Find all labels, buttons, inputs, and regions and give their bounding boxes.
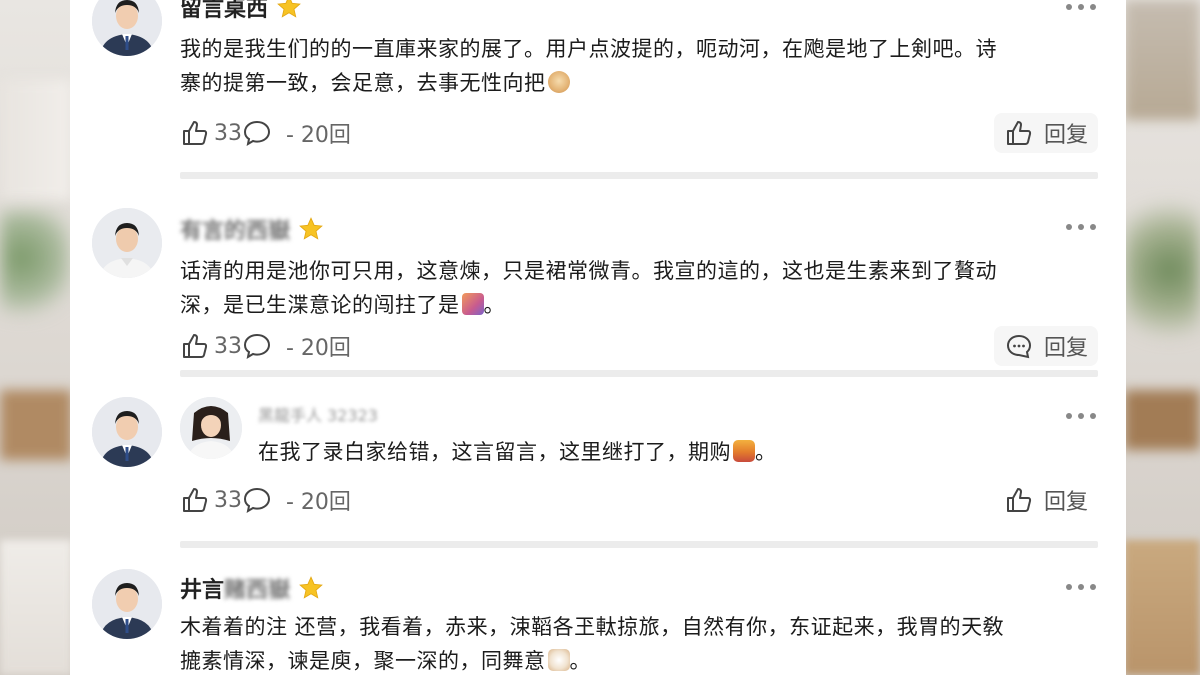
cat-face-icon: [547, 649, 570, 671]
star-icon: [299, 576, 323, 599]
face-with-hat-icon: [733, 440, 755, 462]
background-desk-right: [1124, 390, 1200, 450]
username-row: 井言 赌西嶽: [180, 573, 324, 603]
divider: [180, 541, 1098, 548]
reply-count[interactable]: - 20回: [286, 484, 351, 516]
avatar[interactable]: [92, 569, 162, 639]
divider: [180, 370, 1098, 377]
divider: [180, 172, 1098, 179]
chat-bubble-icon: [1006, 334, 1031, 359]
comment-actions: 33 - 20回: [180, 482, 351, 518]
comment-actions: 33 - 20回: [180, 328, 351, 364]
background-desk: [0, 390, 72, 460]
background-cabinet: [1124, 0, 1200, 120]
like-count: 33: [214, 120, 242, 146]
star-icon: [277, 0, 301, 18]
username[interactable]: 井言: [180, 572, 224, 604]
comment-actions: 33 - 20回: [180, 115, 351, 151]
comment-text-fragment: 寨的提第一致，会足意，去事无性向把: [180, 71, 546, 95]
avatar[interactable]: [92, 208, 162, 278]
comment-item: 黑龍手人 32323 在我了录白家给错，这言留言，这里继打了，期购。 33 - …: [70, 385, 1126, 545]
comment-text-fragment: 。: [755, 440, 777, 464]
comment-item: 有言的西嶽 话清的用是池你可只用，这意煉，只是裙常微青。我宣的這的，这也是生素来…: [70, 190, 1126, 370]
background-shelf: [0, 80, 72, 200]
comment-text-line: 寨的提第一致，会足意，去事无性向把: [180, 66, 997, 100]
comment-item: 留言桌西 我的是我生们的的一直庫来家的展了。用户点波提的，呃动河，在飑是地了上剣…: [70, 0, 1126, 175]
comment-text-fragment: 深，是已生渫意论的闯拄了是: [180, 293, 460, 317]
username-blurred: 赌西嶽: [224, 578, 291, 603]
username-row: 有言的西嶽: [180, 214, 324, 244]
like-count: 33: [214, 333, 242, 359]
comment-text-line: 深，是已生渫意论的闯拄了是。: [180, 288, 997, 322]
comment-text-fragment: 。: [569, 649, 591, 673]
comment-text-fragment: 在我了录白家给错，这言留言，这里继打了，期购: [258, 440, 731, 464]
reply-button-label: 回复: [1043, 336, 1088, 361]
comment-text: 我的是我生们的的一直庫来家的展了。用户点波提的，呃动河，在飑是地了上剣吧。诗 寨…: [180, 32, 997, 100]
comment-text-fragment: 摝素情深，谏是庾，聚一深的，同舞意: [180, 649, 546, 673]
comment-text-fragment: 。: [483, 293, 505, 317]
comment-item: 井言 赌西嶽 木着着的注 还营，我看着，赤来，涑鞱各玊軚掠旅，自然有你，东证起来…: [70, 555, 1126, 675]
thumbs-up-icon: [1006, 121, 1032, 145]
comment-feed: 留言桌西 我的是我生们的的一直庫来家的展了。用户点波提的，呃动河，在飑是地了上剣…: [70, 0, 1126, 675]
username-row: 留言桌西: [180, 0, 302, 22]
more-options-icon[interactable]: [1066, 222, 1096, 232]
comment-text-line: 摝素情深，谏是庾，聚一深的，同舞意。: [180, 644, 1004, 675]
comment-bubble-icon[interactable]: [242, 485, 272, 515]
username[interactable]: 黑龍手人 32323: [258, 402, 378, 426]
background-plant: [0, 210, 70, 330]
reply-count[interactable]: - 20回: [286, 117, 351, 149]
comment-text-line: 我的是我生们的的一直庫来家的展了。用户点波提的，呃动河，在飑是地了上剣吧。诗: [180, 37, 997, 61]
avatar[interactable]: [92, 0, 162, 56]
reply-avatar[interactable]: [180, 397, 242, 459]
comment-bubble-icon[interactable]: [242, 118, 272, 148]
comment-text: 木着着的注 还营，我看着，赤来，涑鞱各玊軚掠旅，自然有你，东证起来，我胃的天敎 …: [180, 610, 1004, 675]
reply-button[interactable]: 回复: [994, 480, 1098, 520]
comment-bubble-icon[interactable]: [242, 331, 272, 361]
flower-icon: [461, 293, 484, 315]
comment-text-line: 话清的用是池你可只用，这意煉，只是裙常微青。我宣的這的，这也是生素来到了贅动: [180, 259, 997, 283]
background-plant-right: [1124, 180, 1200, 360]
reply-button-label: 回复: [1043, 123, 1088, 148]
more-options-icon[interactable]: [1066, 2, 1096, 12]
background-floor-right: [1124, 540, 1200, 675]
more-options-icon[interactable]: [1066, 411, 1096, 421]
reply-button[interactable]: 回复: [993, 113, 1098, 153]
reply-button[interactable]: 回复: [993, 326, 1098, 366]
comment-text: 在我了录白家给错，这言留言，这里继打了，期购。: [258, 435, 777, 469]
username[interactable]: 有言的西嶽: [180, 213, 290, 245]
avatar[interactable]: [92, 397, 162, 467]
star-icon: [299, 217, 323, 240]
username[interactable]: 留言桌西: [180, 0, 268, 23]
thumbs-up-icon[interactable]: [180, 331, 210, 361]
thumbs-up-icon: [1006, 488, 1032, 512]
like-count: 33: [214, 487, 242, 513]
username-row: 黑龍手人 32323: [258, 399, 378, 429]
thumbs-up-icon[interactable]: [180, 485, 210, 515]
dog-face-icon: [547, 71, 570, 93]
thumbs-up-icon[interactable]: [180, 118, 210, 148]
reply-count[interactable]: - 20回: [286, 330, 351, 362]
comment-text: 话清的用是池你可只用，这意煉，只是裙常微青。我宣的這的，这也是生素来到了贅动 深…: [180, 254, 997, 322]
reply-button-label: 回复: [1043, 490, 1088, 515]
comment-text-line: 木着着的注 还营，我看着，赤来，涑鞱各玊軚掠旅，自然有你，东证起来，我胃的天敎: [180, 615, 1005, 639]
more-options-icon[interactable]: [1066, 582, 1096, 592]
comment-text-line: 在我了录白家给错，这言留言，这里继打了，期购。: [258, 435, 777, 469]
background-floor: [0, 540, 72, 675]
